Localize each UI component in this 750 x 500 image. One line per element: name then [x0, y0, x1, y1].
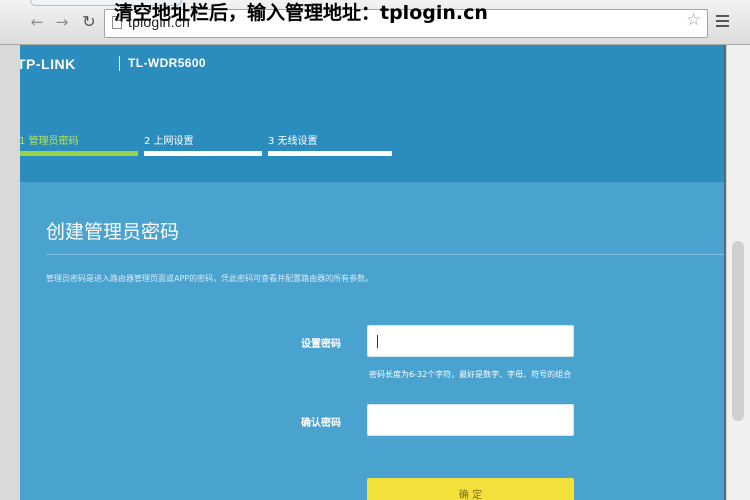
page-description: 管理员密码是进入路由器管理页面或APP的密码，凭此密码可查看并配置路由器的所有参…: [46, 274, 374, 283]
vertical-scrollbar[interactable]: [726, 45, 750, 500]
confirm-password-label: 确认密码: [301, 418, 341, 429]
page-content: TP-LINK TL-WDR5600 1 管理员密码 2 上网设置 3 无线设置…: [20, 45, 724, 500]
router-header: TP-LINK TL-WDR5600 1 管理员密码 2 上网设置 3 无线设置: [20, 45, 724, 182]
brand-logo: TP-LINK: [20, 56, 76, 72]
password-input[interactable]: [367, 325, 574, 357]
back-arrow-icon[interactable]: ←: [28, 13, 46, 31]
step-progress-3: [268, 151, 392, 156]
step-progress-2: [144, 151, 262, 156]
star-icon[interactable]: ☆: [686, 10, 701, 30]
window-frame: [0, 45, 20, 500]
step-wireless-setup: 3 无线设置: [268, 136, 318, 147]
scroll-thumb[interactable]: [732, 241, 744, 421]
model-name: TL-WDR5600: [128, 56, 207, 70]
menu-icon[interactable]: [716, 15, 729, 27]
instruction-annotation: 清空地址栏后，输入管理地址：tplogin.cn: [114, 2, 488, 24]
confirm-password-input[interactable]: [367, 404, 574, 436]
page-title: 创建管理员密码: [46, 221, 180, 243]
logo-divider: [119, 56, 120, 71]
password-label: 设置密码: [301, 339, 341, 350]
confirm-button[interactable]: 确 定: [367, 478, 574, 500]
step-progress-1: [20, 151, 138, 156]
title-divider: [46, 254, 724, 255]
forward-arrow-icon[interactable]: →: [53, 13, 71, 31]
password-hint: 密码长度为6-32个字符，最好是数字、字母、符号的组合: [369, 370, 572, 379]
browser-toolbar: ← → ↻ tplogin.cn 清空地址栏后，输入管理地址：tplogin.c…: [0, 0, 750, 45]
step-internet-setup: 2 上网设置: [144, 136, 194, 147]
step-admin-password: 1 管理员密码: [20, 136, 79, 147]
text-caret: [377, 335, 378, 348]
reload-icon[interactable]: ↻: [80, 13, 98, 31]
